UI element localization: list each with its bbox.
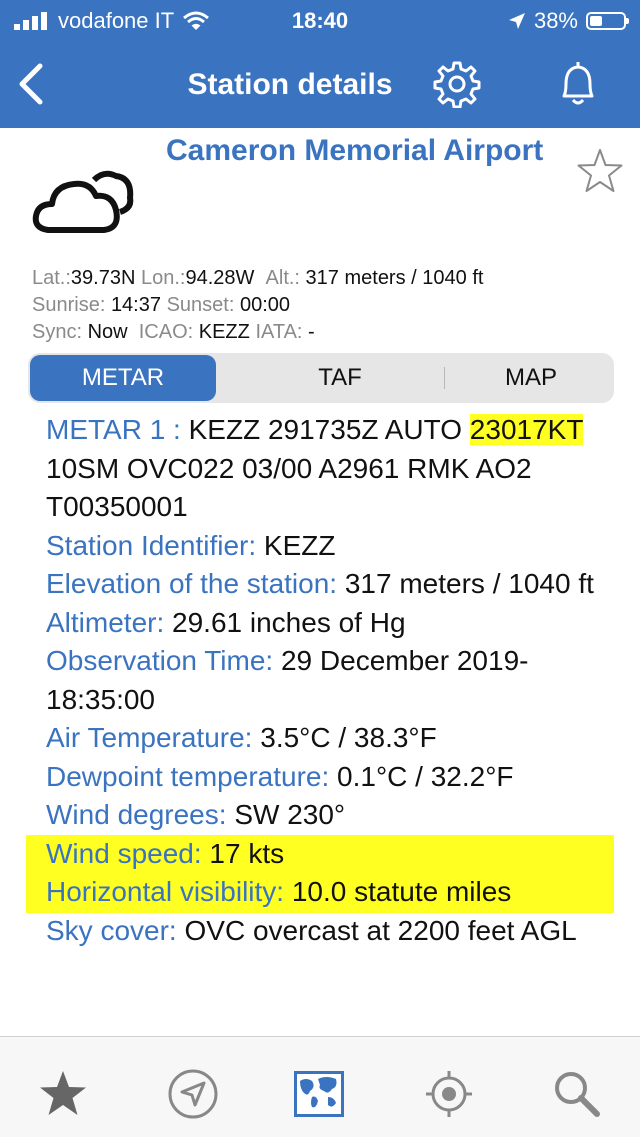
- world-map-icon[interactable]: [292, 1067, 346, 1121]
- station-identifier-row: Station Identifier: KEZZ: [46, 529, 336, 561]
- tab-metar[interactable]: METAR: [30, 355, 216, 401]
- status-bar: vodafone IT 18:40 38%: [0, 0, 640, 40]
- wind-speed-row: Wind speed: 17 kts: [46, 837, 285, 869]
- air-temperature-row: Air Temperature: 3.5°C / 38.3°F: [46, 722, 437, 753]
- tab-divider: [444, 367, 445, 389]
- sunset-value: 00:00: [239, 294, 291, 316]
- star-icon[interactable]: [36, 1067, 90, 1121]
- bottom-tab-bar: [0, 1036, 640, 1137]
- favorite-star-icon[interactable]: [576, 148, 624, 194]
- gps-target-icon[interactable]: [422, 1067, 476, 1121]
- wind-degrees-row: Wind degrees: SW 230°: [46, 799, 346, 830]
- location-arrow-icon: [508, 13, 525, 29]
- observation-time-row: Observation Time: 29 December 2019-18:35…: [46, 645, 529, 715]
- sunrise-value: 14:37: [110, 294, 161, 316]
- metar-wind-code: 23017KT: [469, 414, 583, 445]
- segmented-control: METAR TAF MAP: [28, 353, 614, 403]
- battery-percent: 38%: [533, 8, 578, 33]
- longitude-value: 94.28W: [185, 267, 255, 289]
- iata-value: -: [308, 321, 315, 343]
- sky-cover-row: Sky cover: OVC overcast at 2200 feet AGL: [46, 914, 577, 946]
- visibility-row: Horizontal visibility: 10.0 statute mile…: [46, 876, 512, 907]
- battery-icon: [586, 12, 629, 30]
- altimeter-row: Altimeter: 29.61 inches of Hg: [46, 606, 406, 638]
- sync-value: Now: [87, 321, 128, 343]
- navigation-bar: Station details: [0, 40, 640, 128]
- latitude-value: 39.73N: [70, 267, 136, 289]
- metar-content: METAR 1 : KEZZ 291735Z AUTO 23017KT 10SM…: [46, 411, 606, 950]
- metar-raw: METAR 1 : KEZZ 291735Z AUTO 23017KT 10SM…: [46, 411, 606, 527]
- station-name: Cameron Memorial Airport: [166, 134, 544, 167]
- coordinates-row: Lat.:39.73N Lon.:94.28W Alt.: 317 meters…: [32, 267, 484, 289]
- icao-value: KEZZ: [198, 321, 250, 343]
- metar-raw-part1: KEZZ 291735Z AUTO: [188, 414, 463, 445]
- search-icon[interactable]: [550, 1067, 604, 1121]
- tab-taf[interactable]: TAF: [240, 353, 440, 403]
- page-title: Station details: [187, 68, 393, 101]
- altitude-value: 317 meters / 1040 ft: [305, 267, 484, 289]
- sun-row: Sunrise: 14:37 Sunset: 00:00: [32, 294, 291, 316]
- metar-raw-part2: 10SM OVC022 03/00 A2961 RMK AO2 T0035000…: [46, 452, 532, 523]
- dewpoint-row: Dewpoint temperature: 0.1°C / 32.2°F: [46, 760, 514, 792]
- metar-label: METAR 1 :: [46, 414, 181, 445]
- bell-icon[interactable]: [556, 58, 600, 108]
- codes-row: Sync: Now ICAO: KEZZ IATA: -: [32, 321, 315, 343]
- gear-icon[interactable]: [433, 60, 481, 108]
- tab-map[interactable]: MAP: [448, 353, 614, 403]
- elevation-row: Elevation of the station: 317 meters / 1…: [46, 568, 594, 599]
- navigation-arrow-icon[interactable]: [166, 1067, 220, 1121]
- cloud-weather-icon: [32, 170, 134, 233]
